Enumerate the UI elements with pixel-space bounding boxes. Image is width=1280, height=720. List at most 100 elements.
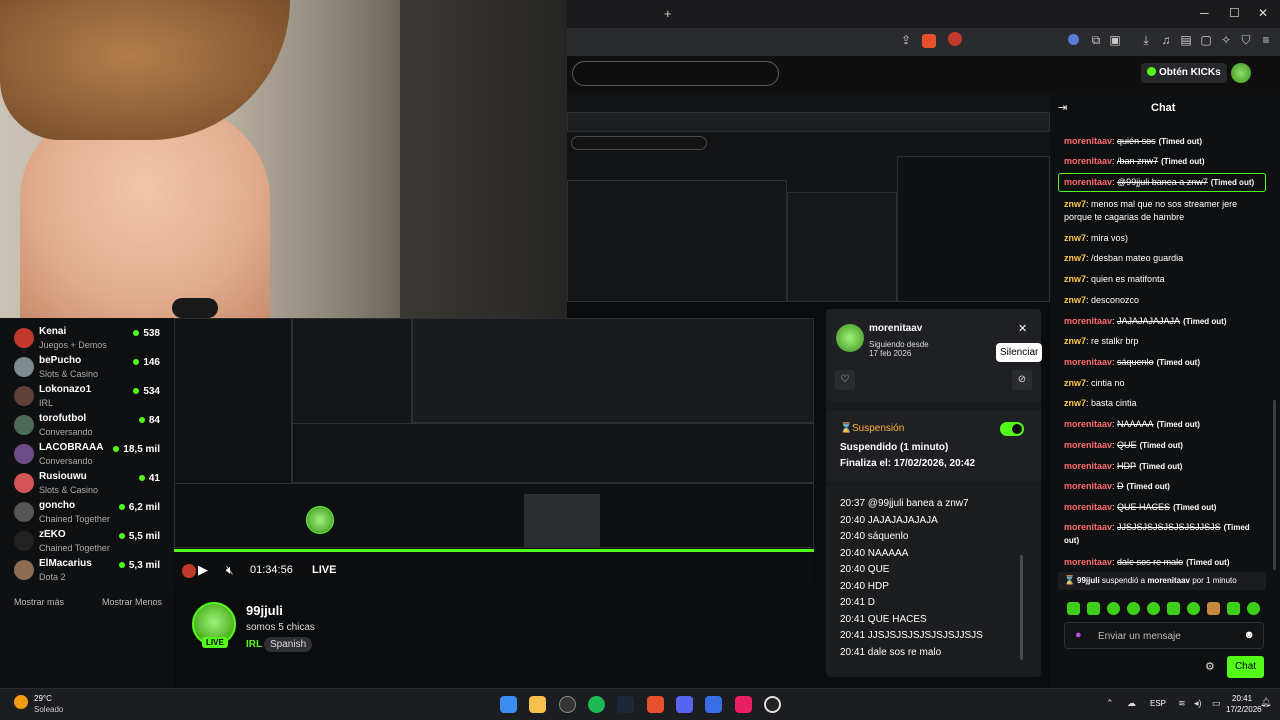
chat-message[interactable]: morenitaav: JJSJSJSJSJSJSJSJJSJS (Timed o… [1064, 521, 1264, 547]
channel-item[interactable]: goncho Chained Together 6,2 mil [0, 497, 174, 526]
gear-icon[interactable]: ⚙ [1205, 660, 1215, 673]
maximize-button[interactable]: ☐ [1229, 6, 1240, 20]
volume-icon[interactable]: ◂) [1194, 698, 1202, 709]
chat-message[interactable]: znw7: mira vos) [1064, 232, 1264, 245]
user-avatar[interactable] [1231, 63, 1251, 83]
notifications-icon[interactable]: 🔔︎ [1260, 697, 1271, 708]
extensions-icon[interactable]: ⧉ [1088, 33, 1104, 49]
music-icon[interactable]: ♫ [1158, 33, 1174, 49]
chat-message[interactable]: morenitaav: @99jjuli banea a znw7 (Timed … [1064, 176, 1264, 189]
channel-item[interactable]: zEKO Chained Together 5,5 mil [0, 526, 174, 555]
chat-message[interactable]: znw7: basta cintia [1064, 397, 1264, 410]
chat-username[interactable]: morenitaav [1064, 522, 1112, 532]
keyboard-language[interactable]: ESP [1150, 699, 1166, 708]
brave-rewards-icon[interactable] [948, 32, 962, 46]
emote-icon[interactable] [1227, 602, 1240, 615]
chat-username[interactable]: znw7 [1064, 274, 1086, 284]
chat-username[interactable]: morenitaav [1064, 481, 1112, 491]
channel-item[interactable]: Rusiouwu Slots & Casino 41 [0, 468, 174, 497]
wallet-icon[interactable]: ▢ [1198, 33, 1214, 49]
emote-icon[interactable] [1147, 602, 1160, 615]
brave-icon[interactable] [647, 696, 664, 713]
emote-icon[interactable] [1247, 602, 1260, 615]
emote-icon[interactable] [1087, 602, 1100, 615]
close-button[interactable]: ✕ [1258, 6, 1268, 20]
ai-icon[interactable]: ✧ [1218, 33, 1234, 49]
show-more-button[interactable]: Mostrar más [14, 597, 64, 607]
chat-username[interactable]: znw7 [1064, 233, 1086, 243]
kicks-button[interactable]: Obtén KICKs [1141, 63, 1227, 83]
chat-username[interactable]: morenitaav [1064, 156, 1112, 166]
chat-message[interactable]: znw7: menos mal que no sos streamer jere… [1064, 198, 1264, 224]
chat-message[interactable]: morenitaav: QUE (Timed out) [1064, 439, 1264, 452]
download-icon[interactable]: ⤓ [1138, 33, 1154, 49]
chat-username[interactable]: morenitaav [1064, 419, 1112, 429]
wifi-icon[interactable]: ≋ [1178, 698, 1186, 709]
chat-message[interactable]: znw7: cintia no [1064, 377, 1264, 390]
send-chat-button[interactable]: Chat [1227, 656, 1264, 678]
chat-input[interactable]: ● Enviar un mensaje ☻ [1064, 622, 1264, 649]
chat-message[interactable]: morenitaav: /ban znw7 (Timed out) [1064, 155, 1264, 168]
chat-username[interactable]: morenitaav [1064, 316, 1112, 326]
clock-date[interactable]: 17/2/2026 [1226, 705, 1262, 714]
chat-username[interactable]: znw7 [1064, 398, 1086, 408]
battery-icon[interactable]: ▭ [1212, 698, 1221, 709]
close-icon[interactable]: ✕ [1018, 322, 1027, 335]
mute-icon[interactable]: 🔇︎ [226, 563, 234, 578]
steam-icon[interactable] [617, 696, 634, 713]
emote-icon[interactable] [1187, 602, 1200, 615]
channel-item[interactable]: Kenai Juegos + Demos 538 [0, 323, 174, 352]
play-icon[interactable]: ▶ [198, 562, 208, 578]
share-icon[interactable]: ⇪ [898, 33, 914, 49]
spotify-icon[interactable] [588, 696, 605, 713]
tray-chevron-icon[interactable]: ⌃ [1106, 698, 1114, 709]
chat-message[interactable]: znw7: desconozco [1064, 294, 1264, 307]
chat-username[interactable]: znw7 [1064, 253, 1086, 263]
chat-message[interactable]: morenitaav: dale sos re malo (Timed out) [1064, 556, 1264, 569]
stream-category[interactable]: IRL [246, 639, 262, 650]
chat-message[interactable]: morenitaav: sáquenlo (Timed out) [1064, 356, 1264, 369]
channel-item[interactable]: torofutbol Conversando 84 [0, 410, 174, 439]
shield-icon[interactable]: ⛉ [1238, 33, 1254, 49]
emote-icon[interactable] [1127, 602, 1140, 615]
channel-item[interactable]: bePucho Slots & Casino 146 [0, 352, 174, 381]
chat-message[interactable]: morenitaav: quién sos (Timed out) [1064, 135, 1264, 148]
vpn-icon[interactable] [1068, 34, 1079, 45]
mute-user-icon[interactable]: ⊘ [1012, 370, 1032, 390]
log-scrollbar[interactable] [1020, 555, 1023, 660]
chat-username[interactable]: znw7 [1064, 378, 1086, 388]
streamer-name[interactable]: 99jjuli [246, 603, 283, 618]
channel-item[interactable]: LACOBRAAA Conversando 18,5 mil [0, 439, 174, 468]
show-less-button[interactable]: Mostrar Menos [102, 597, 162, 607]
chat-username[interactable]: morenitaav [1064, 177, 1112, 187]
language-tag[interactable]: Spanish [264, 637, 313, 652]
chat-username[interactable]: morenitaav [1064, 440, 1112, 450]
new-tab-button[interactable]: + [664, 6, 672, 21]
chat-message[interactable]: znw7: quien es matifonta [1064, 273, 1264, 286]
chat-message[interactable]: znw7: /desban mateo guardia [1064, 252, 1264, 265]
microphone-icon[interactable]: ● [1075, 629, 1082, 641]
clock-time[interactable]: 20:41 [1232, 694, 1252, 703]
chatgpt-icon[interactable] [559, 696, 576, 713]
chat-username[interactable]: znw7 [1064, 199, 1086, 209]
emote-icon[interactable] [1067, 602, 1080, 615]
collapse-chat-icon[interactable]: ⇥ [1058, 101, 1067, 114]
stream-video[interactable] [174, 318, 814, 548]
channel-item[interactable]: Lokonazo1 IRL 534 [0, 381, 174, 410]
search-input[interactable] [572, 61, 779, 86]
chat-username[interactable]: morenitaav [1064, 502, 1112, 512]
channel-item[interactable]: ElMacarius Dota 2 5,3 mil [0, 555, 174, 584]
menu-icon[interactable]: ≡ [1258, 33, 1274, 49]
windows-start-icon[interactable] [500, 696, 517, 713]
cloud-icon[interactable]: ☁ [1127, 698, 1136, 709]
chat-message[interactable]: morenitaav: D (Timed out) [1064, 480, 1264, 493]
tabs-icon[interactable]: ▣ [1107, 33, 1123, 49]
sidebar-icon[interactable]: ▤ [1178, 33, 1194, 49]
chat-username[interactable]: morenitaav [1064, 461, 1112, 471]
file-explorer-icon[interactable] [529, 696, 546, 713]
app-icon[interactable] [705, 696, 722, 713]
emote-icon[interactable] [1107, 602, 1120, 615]
emoji-icon[interactable]: ☻ [1243, 629, 1255, 641]
chat-message[interactable]: morenitaav: QUE HACES (Timed out) [1064, 501, 1264, 514]
chat-username[interactable]: morenitaav [1064, 136, 1112, 146]
